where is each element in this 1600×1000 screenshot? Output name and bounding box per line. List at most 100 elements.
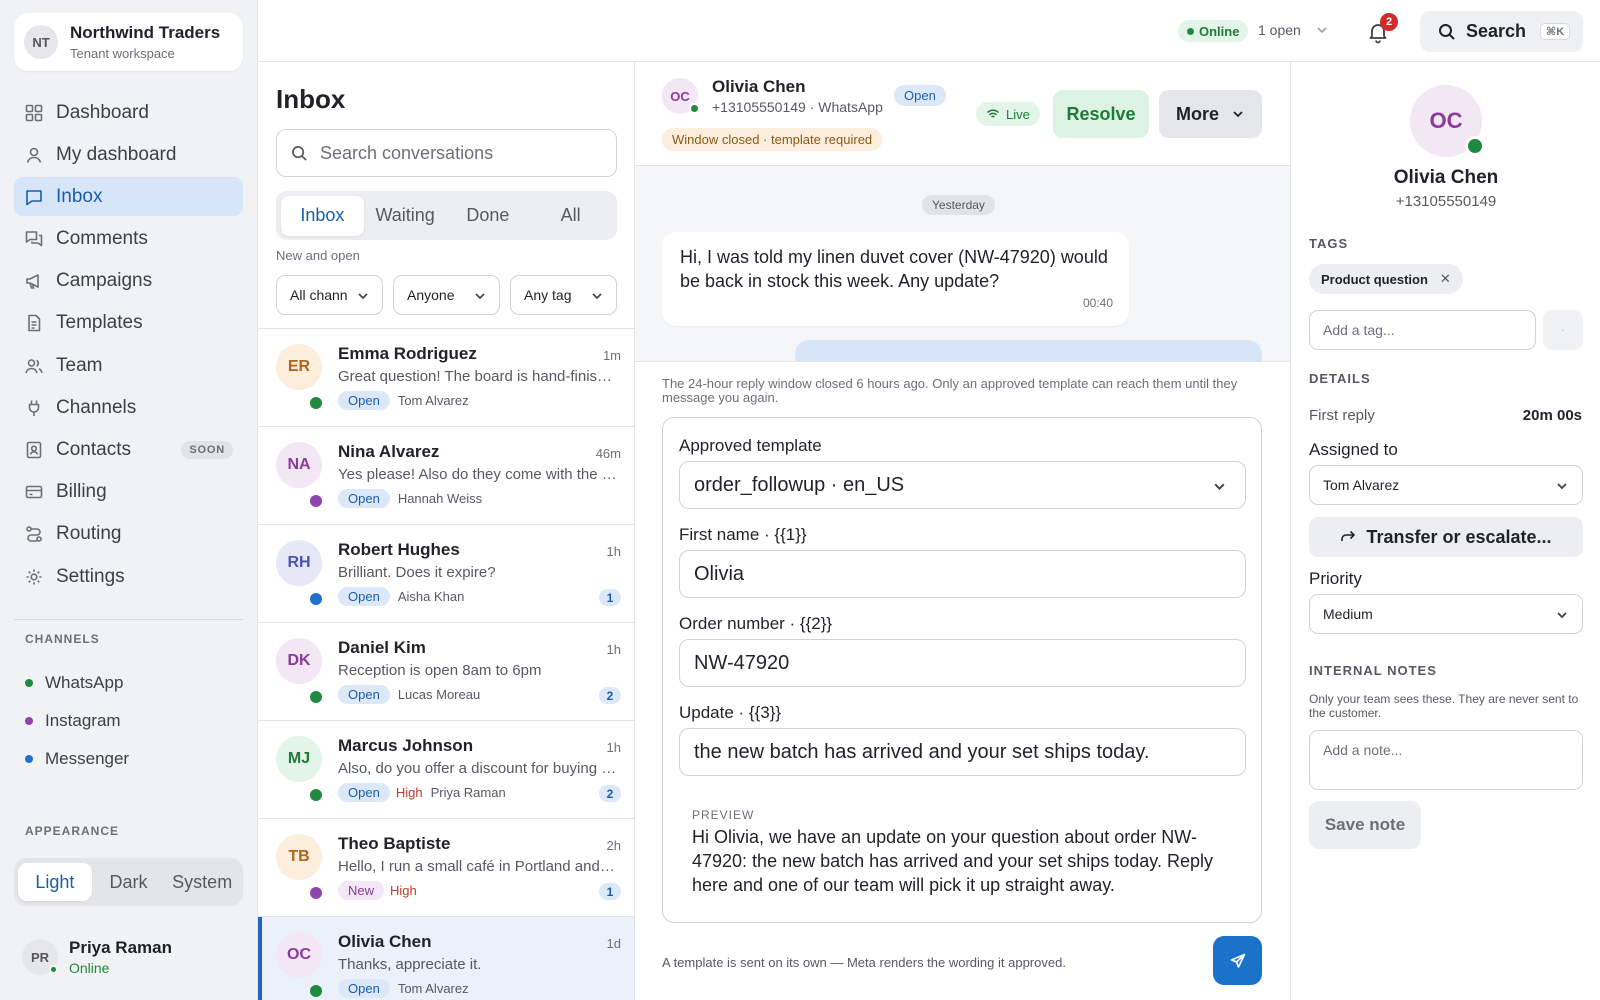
conversation-preview: Hello, I run a small café in Portland an… <box>338 858 618 875</box>
outgoing-message <box>795 340 1262 361</box>
add-tag-input[interactable] <box>1323 322 1535 338</box>
soon-badge: SOON <box>181 441 233 459</box>
open-count-dropdown[interactable]: 1 open <box>1258 22 1329 38</box>
add-tag-button[interactable]: · <box>1543 310 1583 350</box>
send-icon <box>1230 953 1245 968</box>
add-tag-field <box>1309 310 1536 350</box>
grid-icon <box>25 104 43 121</box>
contact-phone-channel: +13105550149 · WhatsApp <box>712 99 883 115</box>
current-user[interactable]: PR Priya Raman Online <box>22 938 172 976</box>
channel-filter[interactable]: All channels <box>276 275 383 315</box>
conversation-meta: Open Tom Alvarez <box>338 979 469 998</box>
nav-item-my-dashboard[interactable]: My dashboard <box>14 135 243 174</box>
search-icon <box>1439 23 1455 40</box>
nav-item-templates[interactable]: Templates <box>14 304 243 343</box>
template-select[interactable]: order_followup · en_US <box>679 461 1246 509</box>
nav-item-label: Settings <box>56 565 125 587</box>
message-thread[interactable]: Yesterday Hi, I was told my linen duvet … <box>635 166 1290 362</box>
card-icon <box>25 485 43 499</box>
priority-select[interactable]: Medium <box>1309 594 1583 634</box>
assignee-filter[interactable]: Anyone <box>393 275 500 315</box>
status-badge: Open <box>338 685 390 704</box>
conversation-name: Nina Alvarez <box>338 442 440 461</box>
status-badge: Open <box>338 489 390 508</box>
document-icon <box>28 315 41 332</box>
transfer-escalate-button[interactable]: Transfer or escalate... <box>1309 517 1583 557</box>
assignee-select[interactable]: Tom Alvarez <box>1309 465 1583 505</box>
list-item[interactable]: RH Robert Hughes 1h Brilliant. Does it expi… <box>258 524 634 622</box>
instagram-dot-icon <box>25 717 33 725</box>
tags-section-label: TAGS <box>1309 236 1349 251</box>
channel-item-whatsapp[interactable]: WhatsApp <box>25 664 129 702</box>
appearance-dark[interactable]: Dark <box>92 863 166 901</box>
nav-item-label: Templates <box>56 312 143 334</box>
nav-item-label: Billing <box>56 481 107 503</box>
close-icon[interactable]: ✕ <box>1440 271 1451 287</box>
list-item[interactable]: NA Nina Alvarez 46m Yes please! Also do the… <box>258 426 634 524</box>
update-field[interactable]: the new batch has arrived and your set s… <box>679 728 1246 776</box>
first-name-field[interactable]: Olivia <box>679 550 1246 598</box>
tag-chip: Product question ✕ <box>1309 264 1463 294</box>
sidebar-divider <box>14 619 243 620</box>
tab-inbox[interactable]: Inbox <box>281 195 364 236</box>
appearance-system[interactable]: System <box>165 863 239 901</box>
avatar: MJ <box>276 736 322 782</box>
nav-item-team[interactable]: Team <box>14 346 243 385</box>
nav-item-comments[interactable]: Comments <box>14 220 243 259</box>
note-field <box>1309 730 1583 790</box>
inbox-title: Inbox <box>276 84 346 114</box>
save-note-button[interactable]: Save note <box>1309 801 1421 849</box>
avatar: ER <box>276 344 322 390</box>
nav-item-inbox[interactable]: Inbox <box>14 177 243 217</box>
conversation-search-input[interactable] <box>320 142 600 164</box>
workspace-switcher[interactable]: NT Northwind Traders Tenant workspace <box>14 13 243 71</box>
list-item[interactable]: TB Theo Baptiste 2h Hello, I run a small ca… <box>258 818 634 916</box>
nav-item-settings[interactable]: Settings <box>14 557 243 596</box>
tab-all[interactable]: All <box>529 196 612 236</box>
assignee-label: Hannah Weiss <box>397 491 483 506</box>
online-status-badge[interactable]: Online <box>1178 20 1249 42</box>
assignee-label: Priya Raman <box>430 785 506 800</box>
nav-item-contacts[interactable]: Contacts SOON <box>14 431 243 470</box>
nav-item-label: Contacts <box>56 439 131 460</box>
tag-filter[interactable]: Any tag <box>510 275 617 315</box>
nav-item-campaigns[interactable]: Campaigns <box>14 262 243 301</box>
list-item[interactable]: OC Olivia Chen 1d Thanks, appreciate it. Ope… <box>258 916 634 1000</box>
note-textarea[interactable] <box>1323 742 1569 778</box>
tab-waiting[interactable]: Waiting <box>364 196 447 236</box>
conversation-meta: Open Aisha Khan <box>338 587 464 606</box>
route-icon <box>26 526 42 543</box>
reply-window-notice: The 24-hour reply window closed 6 hours … <box>662 376 1238 405</box>
workspace-subtitle: Tenant workspace <box>70 46 175 61</box>
nav-item-dashboard[interactable]: Dashboard <box>14 93 243 132</box>
unread-count-badge: 2 <box>599 785 621 802</box>
live-indicator: Live <box>976 102 1040 126</box>
order-number-field[interactable]: NW-47920 <box>679 639 1246 687</box>
list-item[interactable]: MJ Marcus Johnson 1h Also, do you offer a d… <box>258 720 634 818</box>
main-nav: Dashboard My dashboard Inbox Comments Ca… <box>14 93 243 599</box>
nav-item-label: Inbox <box>56 185 103 207</box>
gear-icon <box>26 569 42 585</box>
conversation-panel: OC Olivia Chen +13105550149 · WhatsApp O… <box>635 62 1290 1000</box>
more-button[interactable]: More <box>1159 90 1262 138</box>
channel-item-messenger[interactable]: Messenger <box>25 740 129 778</box>
resolve-button[interactable]: Resolve <box>1053 90 1149 138</box>
appearance-light[interactable]: Light <box>18 863 92 901</box>
global-search-button[interactable]: Search ⌘K <box>1420 11 1583 52</box>
nav-item-channels[interactable]: Channels <box>14 388 243 427</box>
live-label: Live <box>1006 106 1030 122</box>
tab-done[interactable]: Done <box>447 196 530 236</box>
list-item[interactable]: ER Emma Rodriguez 1m Great question! The bo… <box>258 328 634 426</box>
chevron-down-icon <box>592 293 602 300</box>
preview-text: Hi Olivia, we have an update on your que… <box>692 827 1213 895</box>
send-button[interactable] <box>1213 936 1262 985</box>
nav-item-label: Routing <box>56 523 122 545</box>
avatar: RH <box>276 540 322 586</box>
window-closed-badge: Window closed · template required <box>662 128 883 151</box>
channel-item-instagram[interactable]: Instagram <box>25 702 129 740</box>
list-item[interactable]: DK Daniel Kim 1h Reception is open 8am to 6… <box>258 622 634 720</box>
nav-item-billing[interactable]: Billing <box>14 473 243 512</box>
nav-item-routing[interactable]: Routing <box>14 515 243 554</box>
inbox-panel: Inbox Inbox Waiting Done All New and ope… <box>258 62 635 1000</box>
message-time: 00:40 <box>1082 296 1113 310</box>
